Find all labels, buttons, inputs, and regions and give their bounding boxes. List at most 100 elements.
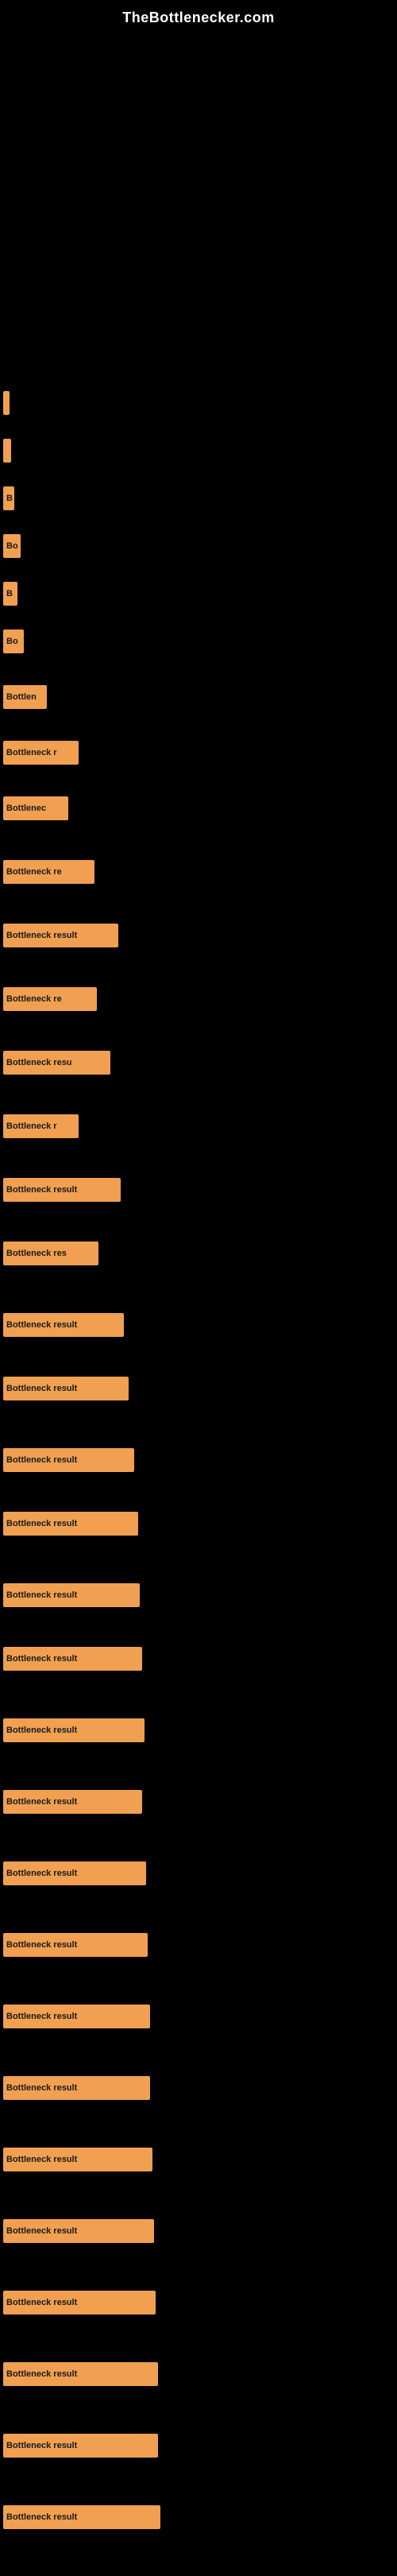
bottleneck-bar: B <box>3 582 17 606</box>
bar-label: Bottleneck result <box>6 2226 77 2236</box>
bottleneck-bar: Bottleneck r <box>3 1114 79 1138</box>
bottleneck-bar: Bottlenec <box>3 796 68 820</box>
bar-label: Bottleneck r <box>6 1121 57 1131</box>
bottleneck-bar: Bottleneck result <box>3 1313 124 1337</box>
bar-label: Bottleneck result <box>6 1455 77 1465</box>
bar-row: Bottlen <box>3 684 47 710</box>
bar-label: Bottleneck result <box>6 2155 77 2164</box>
bar-row: Bottleneck result <box>3 1861 146 1886</box>
bottleneck-bar: Bottleneck result <box>3 1647 142 1671</box>
bar-row: Bottleneck result <box>3 2147 152 2172</box>
bar-label: Bottleneck result <box>6 1940 77 1950</box>
bar-label: Bottleneck result <box>6 2083 77 2093</box>
bar-row: Bottleneck result <box>3 2004 150 2029</box>
bar-row: Bottleneck result <box>3 1582 140 1608</box>
bar-row: Bottleneck result <box>3 1177 121 1203</box>
bottleneck-bar: Bo <box>3 629 24 653</box>
bottleneck-bar: Bottleneck result <box>3 2076 150 2100</box>
bar-row: Bottleneck result <box>3 1511 138 1536</box>
bar-label: Bottleneck re <box>6 994 62 1004</box>
bar-label: Bottleneck result <box>6 2512 77 2522</box>
bottleneck-bar: Bottleneck result <box>3 2219 154 2243</box>
bar-row <box>3 390 10 416</box>
bar-label: B <box>6 589 13 598</box>
bar-row: Bottleneck result <box>3 923 118 948</box>
bottleneck-bar: Bottleneck result <box>3 1718 145 1742</box>
bar-label: Bottlen <box>6 692 37 702</box>
bar-label: Bottleneck result <box>6 2369 77 2379</box>
bar-row: Bottleneck result <box>3 1312 124 1338</box>
bar-row: Bottleneck result <box>3 2290 156 2315</box>
bar-label: Bottleneck result <box>6 1590 77 1600</box>
bar-row: Bottleneck r <box>3 1114 79 1139</box>
bar-label: Bottleneck r <box>6 748 57 757</box>
bottleneck-bar: Bottlen <box>3 685 47 709</box>
bar-label: Bottlenec <box>6 804 46 813</box>
bar-row: Bottleneck result <box>3 1932 148 1958</box>
bottleneck-bar <box>3 439 11 463</box>
bar-row: Bottlenec <box>3 796 68 821</box>
bottleneck-bar: Bottleneck result <box>3 1861 146 1885</box>
bar-label: Bottleneck result <box>6 1726 77 1735</box>
bottleneck-bar: Bottleneck result <box>3 1583 140 1607</box>
bar-row: Bottleneck result <box>3 2433 158 2458</box>
bar-row: Bottleneck result <box>3 2361 158 2387</box>
bar-row: Bo <box>3 533 21 559</box>
bar-row: Bottleneck result <box>3 1789 142 1815</box>
site-title: TheBottlenecker.com <box>0 0 397 33</box>
bar-label: Bottleneck result <box>6 1519 77 1528</box>
bar-label: Bo <box>6 541 18 551</box>
bottleneck-bar: Bottleneck result <box>3 1377 129 1400</box>
bar-row: Bottleneck re <box>3 859 94 885</box>
bottleneck-bar: Bottleneck result <box>3 2148 152 2171</box>
bar-row: Bottleneck res <box>3 1241 98 1266</box>
bar-row: B <box>3 486 14 511</box>
bar-label: Bottleneck resu <box>6 1058 72 1067</box>
bar-row: Bottleneck result <box>3 1447 134 1473</box>
bottleneck-bar: Bottleneck r <box>3 741 79 765</box>
bar-row: Bottleneck result <box>3 2218 154 2244</box>
chart-area: B Bo B Bo Bottlen Bottleneck r Bottlenec Bottle… <box>0 33 397 2576</box>
bar-row: Bottleneck result <box>3 1646 142 1671</box>
bottleneck-bar: Bottleneck result <box>3 2005 150 2028</box>
bottleneck-bar: Bottleneck result <box>3 1448 134 1472</box>
bar-row: B <box>3 581 17 606</box>
bar-row: Bottleneck r <box>3 740 79 765</box>
bottleneck-bar: Bottleneck re <box>3 987 97 1011</box>
bottleneck-bar: Bottleneck result <box>3 2362 158 2386</box>
bar-label: B <box>6 494 13 503</box>
bar-label: Bottleneck result <box>6 1185 77 1195</box>
bottleneck-bar: Bottleneck result <box>3 924 118 947</box>
bottleneck-bar: Bottleneck result <box>3 2434 158 2458</box>
bar-label: Bottleneck result <box>6 2012 77 2021</box>
bar-label: Bottleneck result <box>6 2441 77 2450</box>
bar-row: Bottleneck result <box>3 2504 160 2530</box>
bottleneck-bar: Bottleneck result <box>3 2291 156 2315</box>
bottleneck-bar: Bottleneck re <box>3 860 94 884</box>
bar-label: Bottleneck result <box>6 1654 77 1664</box>
bar-label: Bottleneck result <box>6 931 77 940</box>
bar-row: Bottleneck result <box>3 1376 129 1401</box>
bar-row: Bottleneck re <box>3 986 97 1012</box>
bottleneck-bar: Bottleneck result <box>3 2505 160 2529</box>
bottleneck-bar: Bo <box>3 534 21 558</box>
bar-label: Bottleneck result <box>6 1384 77 1393</box>
bar-row: Bottleneck result <box>3 1718 145 1743</box>
bottleneck-bar: Bottleneck res <box>3 1242 98 1265</box>
bar-label: Bottleneck res <box>6 1249 67 1258</box>
bar-label: Bottleneck result <box>6 1320 77 1330</box>
bar-label: Bottleneck result <box>6 2298 77 2307</box>
bar-label: Bottleneck result <box>6 1869 77 1878</box>
bar-label: Bo <box>6 637 18 646</box>
bottleneck-bar <box>3 391 10 415</box>
bar-row: Bottleneck resu <box>3 1050 110 1075</box>
bottleneck-bar: Bottleneck result <box>3 1178 121 1202</box>
bar-row: Bottleneck result <box>3 2075 150 2101</box>
bottleneck-bar: Bottleneck result <box>3 1512 138 1536</box>
bar-row <box>3 438 11 463</box>
bottleneck-bar: Bottleneck result <box>3 1933 148 1957</box>
bottleneck-bar: Bottleneck result <box>3 1790 142 1814</box>
bar-label: Bottleneck re <box>6 867 62 877</box>
bottleneck-bar: B <box>3 486 14 510</box>
bar-label: Bottleneck result <box>6 1797 77 1807</box>
